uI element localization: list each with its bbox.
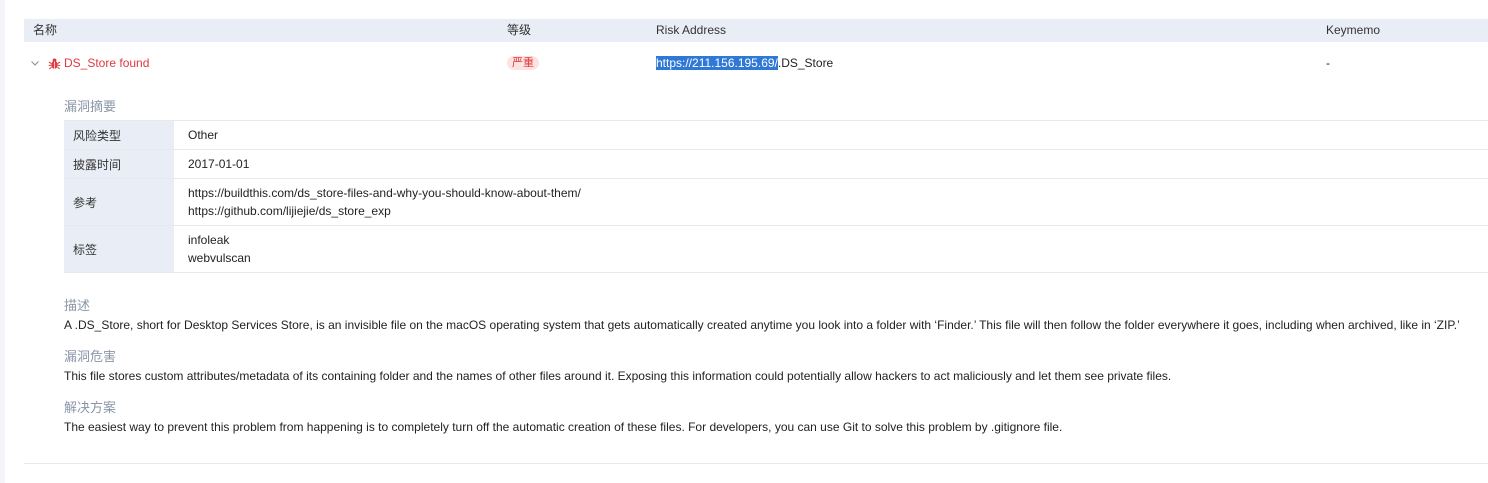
detail-value-line: Other bbox=[188, 128, 219, 142]
detail-value-line: 2017-01-01 bbox=[188, 157, 250, 171]
detail-key: 标签 bbox=[64, 226, 174, 272]
header-level: 等级 bbox=[507, 23, 532, 37]
description-title: 描述 bbox=[64, 298, 91, 313]
detail-key: 披露时间 bbox=[64, 150, 174, 178]
keymemo-value: - bbox=[1326, 56, 1330, 70]
table-row[interactable]: DS_Store found 严重 https://211.156.195.69… bbox=[24, 48, 1488, 78]
risk-address-selected[interactable]: https://211.156.195.69/ bbox=[656, 56, 778, 70]
detail-row-disclosure-date: 披露时间 2017-01-01 bbox=[64, 150, 1488, 179]
chevron-down-icon[interactable] bbox=[31, 59, 39, 67]
reference-link[interactable]: https://buildthis.com/ds_store-files-and… bbox=[188, 184, 1488, 202]
reference-link[interactable]: https://github.com/lijiejie/ds_store_exp bbox=[188, 202, 1488, 220]
vulnerability-page: 名称 等级 Risk Address Keymemo DS_Store foun… bbox=[0, 0, 1488, 483]
bug-icon bbox=[48, 58, 61, 70]
details-table: 风险类型 Other 披露时间 2017-01-01 参考 https://bu… bbox=[64, 120, 1488, 273]
harm-title: 漏洞危害 bbox=[64, 349, 117, 364]
divider bbox=[24, 463, 1488, 464]
detail-key: 参考 bbox=[64, 179, 174, 225]
vulnerability-name-link[interactable]: DS_Store found bbox=[64, 48, 149, 78]
detail-row-reference: 参考 https://buildthis.com/ds_store-files-… bbox=[64, 179, 1488, 226]
solution-text: The easiest way to prevent this problem … bbox=[64, 420, 1063, 434]
left-edge bbox=[0, 0, 5, 483]
tag-item: webvulscan bbox=[188, 251, 251, 265]
tag-item: infoleak bbox=[188, 233, 230, 247]
detail-row-risk-type: 风险类型 Other bbox=[64, 121, 1488, 150]
description-text: A .DS_Store, short for Desktop Services … bbox=[64, 318, 1460, 332]
table-header: 名称 等级 Risk Address Keymemo bbox=[24, 19, 1488, 42]
header-keymemo: Keymemo bbox=[1326, 23, 1381, 37]
detail-value: Other bbox=[174, 121, 1488, 149]
solution-title: 解决方案 bbox=[64, 400, 117, 415]
header-name: 名称 bbox=[33, 23, 58, 37]
detail-value: https://buildthis.com/ds_store-files-and… bbox=[174, 179, 1488, 225]
detail-key: 风险类型 bbox=[64, 121, 174, 149]
detail-value: 2017-01-01 bbox=[174, 150, 1488, 178]
severity-badge: 严重 bbox=[507, 56, 539, 70]
detail-row-tags: 标签 infoleak webvulscan bbox=[64, 226, 1488, 273]
risk-address-path[interactable]: .DS_Store bbox=[778, 56, 833, 70]
harm-text: This file stores custom attributes/metad… bbox=[64, 369, 1172, 383]
risk-address[interactable]: https://211.156.195.69/.DS_Store bbox=[656, 48, 833, 78]
header-risk-address: Risk Address bbox=[656, 23, 727, 37]
detail-value: infoleak webvulscan bbox=[174, 226, 1488, 272]
summary-title: 漏洞摘要 bbox=[64, 99, 117, 114]
